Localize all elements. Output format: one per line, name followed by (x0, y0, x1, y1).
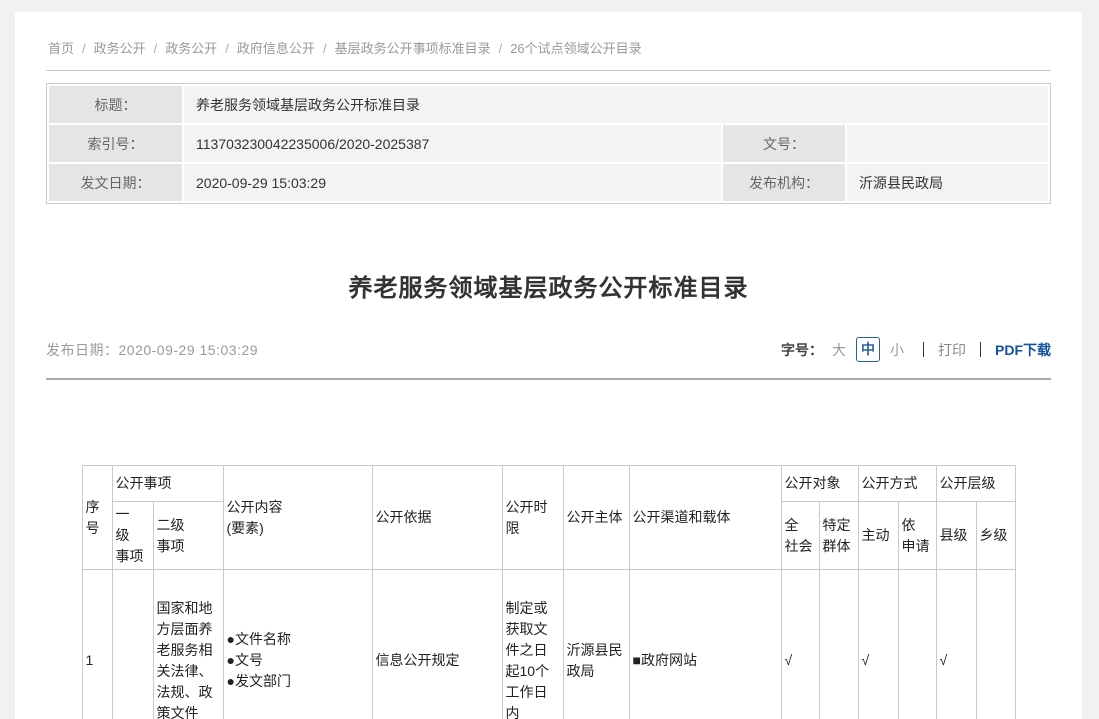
cell-seq: 1 (82, 570, 112, 719)
header-content: 公开内容 (要素) (223, 466, 372, 570)
breadcrumb-separator: / (82, 41, 86, 56)
publish-info-bar: 发布日期：2020-09-29 15:03:29 字号： 大 中 小 打印 PD… (46, 337, 1051, 362)
print-button[interactable]: 打印 (938, 340, 966, 360)
breadcrumb-item-zhengwu-gongkai-1[interactable]: 政务公开 (94, 41, 146, 56)
header-level1: 一 级 事项 (112, 502, 153, 570)
breadcrumb-separator: / (225, 41, 229, 56)
cell-level1 (112, 570, 153, 719)
font-size-small-button[interactable]: 小 (890, 340, 904, 360)
header-method-request: 依 申请 (898, 502, 936, 570)
header-method: 公开方式 (858, 466, 936, 502)
header-subject: 公开主体 (563, 466, 629, 570)
cell-method-request (898, 570, 936, 719)
meta-row-title: 标题： 养老服务领域基层政务公开标准目录 (49, 86, 1048, 123)
header-method-active: 主动 (858, 502, 898, 570)
cell-target-all: √ (781, 570, 819, 719)
catalog-table-row: 1 国家和地方层面养老服务相关法律、法规、政策文件 ●文件名称 ●文号 ●发文部… (82, 570, 1015, 719)
meta-docno-value (847, 125, 1048, 162)
header-target: 公开对象 (781, 466, 858, 502)
meta-index-label: 索引号： (49, 125, 182, 162)
breadcrumb-separator: / (323, 41, 327, 56)
publish-date: 发布日期：2020-09-29 15:03:29 (46, 340, 258, 360)
page-title: 养老服务领域基层政务公开标准目录 (46, 268, 1051, 303)
header-level-town: 乡级 (976, 502, 1015, 570)
cell-level2: 国家和地方层面养老服务相关法律、法规、政策文件 (153, 570, 223, 719)
font-size-medium-button[interactable]: 中 (856, 337, 880, 362)
content-card: 首页 / 政务公开 / 政务公开 / 政府信息公开 / 基层政务公开事项标准目录 / 26个试点领域… (15, 12, 1082, 719)
publish-date-label: 发布日期： (46, 342, 119, 358)
document-meta-table: 标题： 养老服务领域基层政务公开标准目录 索引号： 11370323004223… (46, 83, 1051, 204)
cell-basis: 信息公开规定 (372, 570, 502, 719)
toolbar-divider (923, 342, 924, 357)
meta-docno-label: 文号： (723, 125, 845, 162)
header-channel: 公开渠道和载体 (629, 466, 781, 570)
meta-title-value: 养老服务领域基层政务公开标准目录 (184, 86, 1048, 123)
meta-agency-label: 发布机构： (723, 164, 845, 201)
header-basis: 公开依据 (372, 466, 502, 570)
catalog-header-row-1: 序号 公开事项 公开内容 (要素) 公开依据 公开时 限 公开主体 公开渠道和载… (82, 466, 1015, 502)
cell-channel: ■政府网站 (629, 570, 781, 719)
cell-target-specific (819, 570, 858, 719)
cell-level-town (976, 570, 1015, 719)
header-level-county: 县级 (936, 502, 976, 570)
breadcrumb-item-pilot-catalog[interactable]: 26个试点领域公开目录 (510, 41, 641, 56)
cell-method-active: √ (858, 570, 898, 719)
header-target-specific: 特定 群体 (819, 502, 858, 570)
header-level: 公开层级 (936, 466, 1015, 502)
cell-subject: 沂源县民政局 (563, 570, 629, 719)
pdf-download-button[interactable]: PDF下载 (995, 340, 1051, 360)
meta-row-index: 索引号： 113703230042235006/2020-2025387 文号： (49, 125, 1048, 162)
header-target-all: 全 社会 (781, 502, 819, 570)
breadcrumb-separator: / (499, 41, 503, 56)
breadcrumb-item-zhengwu-gongkai-2[interactable]: 政务公开 (165, 41, 217, 56)
header-matters: 公开事项 (112, 466, 223, 502)
catalog-table: 序号 公开事项 公开内容 (要素) 公开依据 公开时 限 公开主体 公开渠道和载… (82, 465, 1016, 719)
breadcrumb: 首页 / 政务公开 / 政务公开 / 政府信息公开 / 基层政务公开事项标准目录 / 26个试点领域… (46, 12, 1051, 71)
cell-level-county: √ (936, 570, 976, 719)
meta-agency-value: 沂源县民政局 (847, 164, 1048, 201)
breadcrumb-separator: / (154, 41, 158, 56)
header-level2: 二级 事项 (153, 502, 223, 570)
breadcrumb-item-government-info[interactable]: 政府信息公开 (237, 41, 315, 56)
cell-time-limit: 制定或获取文件之日起10个工作日内 (502, 570, 563, 719)
article-toolbar: 字号： 大 中 小 打印 PDF下载 (781, 337, 1051, 362)
meta-row-date: 发文日期： 2020-09-29 15:03:29 发布机构： 沂源县民政局 (49, 164, 1048, 201)
publish-date-value: 2020-09-29 15:03:29 (119, 342, 259, 358)
breadcrumb-item-standard-catalog[interactable]: 基层政务公开事项标准目录 (335, 41, 491, 56)
font-size-label: 字号： (781, 340, 823, 360)
meta-title-label: 标题： (49, 86, 182, 123)
toolbar-divider (980, 342, 981, 357)
breadcrumb-item-home[interactable]: 首页 (48, 41, 74, 56)
font-size-large-button[interactable]: 大 (832, 340, 846, 360)
meta-date-label: 发文日期： (49, 164, 182, 201)
cell-content: ●文件名称 ●文号 ●发文部门 (223, 570, 372, 719)
meta-index-value: 113703230042235006/2020-2025387 (184, 125, 721, 162)
section-divider (46, 378, 1051, 380)
header-seq: 序号 (82, 466, 112, 570)
header-time-limit: 公开时 限 (502, 466, 563, 570)
meta-date-value: 2020-09-29 15:03:29 (184, 164, 721, 201)
